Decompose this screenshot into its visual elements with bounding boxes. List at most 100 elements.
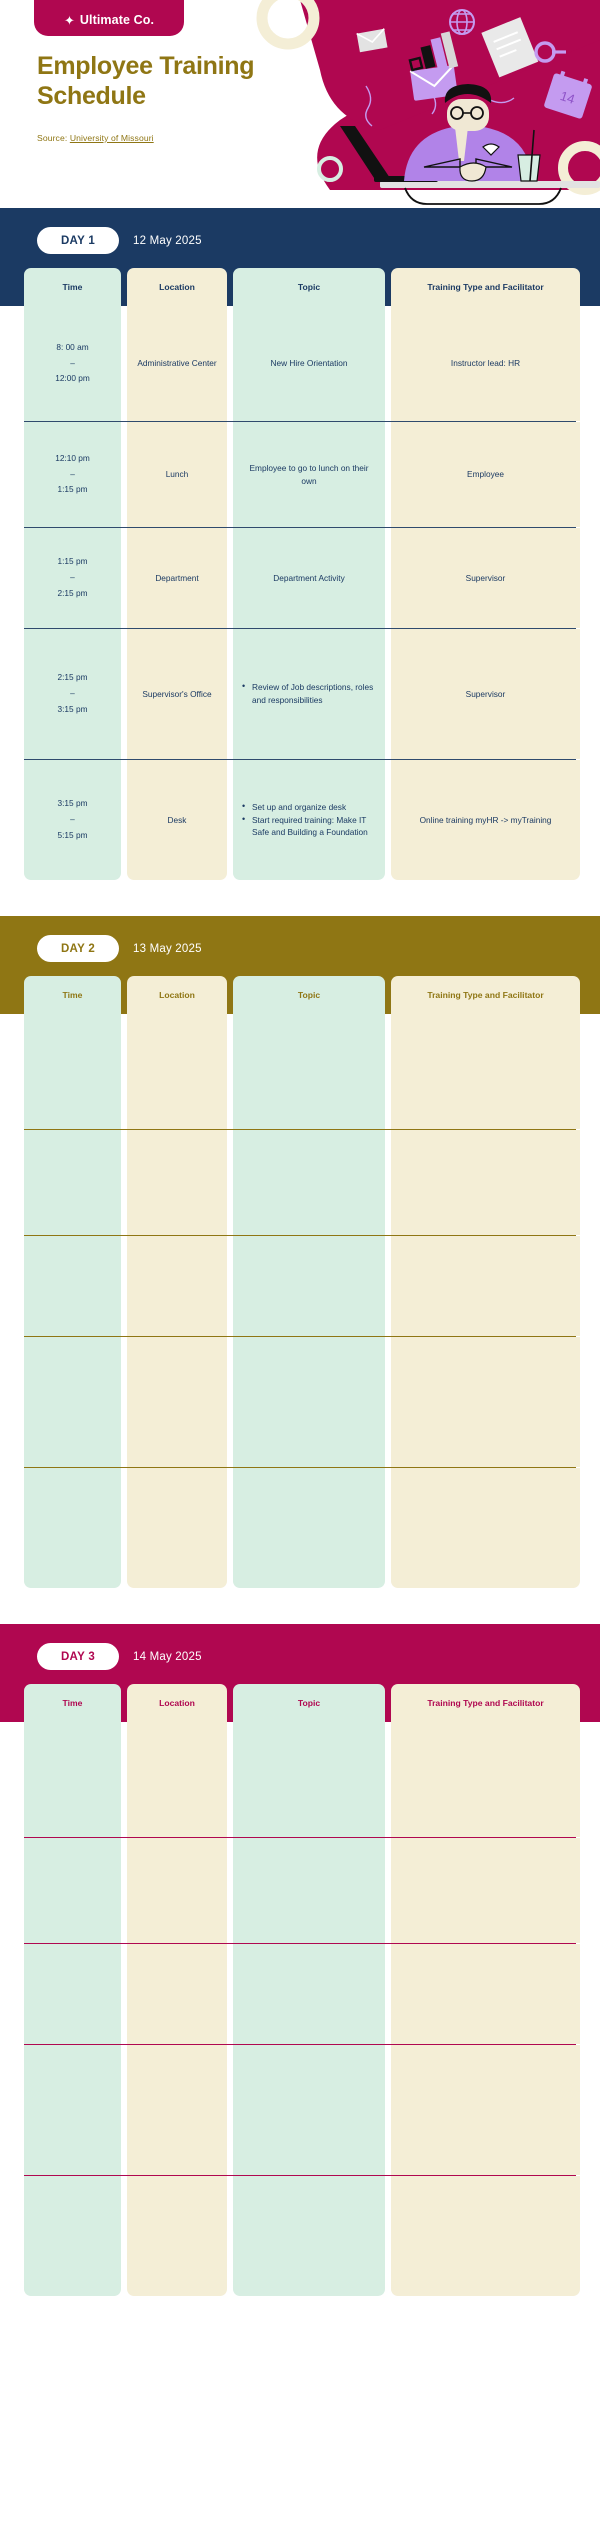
cell-training: Supervisor [391,629,580,759]
day-date: 13 May 2025 [133,942,202,955]
cell-topic [233,1838,385,1943]
cell-topic [233,1130,385,1235]
cell-topic [233,2045,385,2175]
table-row [24,1838,580,1943]
day-badge[interactable]: DAY 1 [37,227,119,254]
cell-location [127,1236,227,1336]
day-header: DAY 2 13 May 2025 [0,916,600,976]
table-row [24,1468,580,1588]
day-badge[interactable]: DAY 3 [37,1643,119,1670]
table-body [0,1722,600,2296]
sparkle-icon: ✦ [63,12,75,28]
cell-topic [233,1944,385,2044]
brand-name: Ultimate Co. [79,13,155,27]
cell-topic: New Hire Orientation [233,306,385,421]
cell-training: Employee [391,422,580,527]
cell-time [24,1944,121,2044]
cell-location [127,2176,227,2296]
cell-location: Administrative Center [127,306,227,421]
cell-training [391,1337,580,1467]
cell-time [24,1337,121,1467]
column-header-2: Topic [233,268,385,306]
brand-logo: ✦ Ultimate Co. [34,0,184,36]
column-header-1: Location [127,976,227,1014]
table-row [24,1337,580,1467]
cell-topic [233,1236,385,1336]
cell-location: Lunch [127,422,227,527]
cell-time: 2:15 pm –3:15 pm [24,629,121,759]
topic-bullet: Set up and organize desk [241,800,377,813]
cell-training: Supervisor [391,528,580,628]
cell-location [127,2045,227,2175]
day-section-1: DAY 1 12 May 2025 Time Location Topic Trainin… [0,208,600,306]
cell-training [391,1130,580,1235]
column-header-3: Training Type and Facilitator [391,268,580,306]
cell-topic [233,1014,385,1129]
table-row: 2:15 pm–3:15 pmSupervisor's Office Review… [24,629,580,759]
column-header-1: Location [127,268,227,306]
section-gap [0,1588,600,1624]
cell-training [391,1944,580,2044]
cell-training [391,1722,580,1837]
page-title: Employee Training Schedule [37,52,255,110]
section-gap [0,2296,600,2332]
day-badge[interactable]: DAY 2 [37,935,119,962]
cell-topic: Employee to go to lunch on their own [233,422,385,527]
column-header-0: Time [24,268,121,306]
cell-location [127,1468,227,1588]
cell-location [127,1337,227,1467]
table-body [0,1014,600,1588]
cell-time [24,1722,121,1837]
topic-bullet: Start required training: Make IT Safe an… [241,813,377,838]
column-header-0: Time [24,976,121,1014]
column-header-3: Training Type and Facilitator [391,1684,580,1722]
source-link[interactable]: University of Missouri [70,133,154,143]
cell-time [24,1236,121,1336]
cell-topic [233,1468,385,1588]
cell-training [391,2176,580,2296]
cell-topic [233,1337,385,1467]
table-row: 3:15 pm–5:15 pmDeskSet up and organize d… [24,760,580,880]
table-header-row: Time Location Topic Training Type and Facil… [24,268,580,306]
table-row [24,1130,580,1235]
table-row [24,1722,580,1837]
column-header-1: Location [127,1684,227,1722]
column-header-2: Topic [233,976,385,1014]
topic-bullet: Review of Job descriptions, roles and re… [241,680,377,705]
source-label: Source: [37,133,68,143]
cell-time [24,2045,121,2175]
cell-training [391,2045,580,2175]
cell-location: Department [127,528,227,628]
source-line: Source: University of Missouri [37,133,154,143]
cell-time: 8: 00 am –12:00 pm [24,306,121,421]
cell-time: 12:10 pm –1:15 pm [24,422,121,527]
table-row [24,2176,580,2296]
cell-training [391,1468,580,1588]
cell-time [24,1838,121,1943]
day-section-2: DAY 2 13 May 2025 Time Location Topic Trainin… [0,916,600,1014]
cell-topic [233,1722,385,1837]
column-header-3: Training Type and Facilitator [391,976,580,1014]
cell-topic [233,2176,385,2296]
cell-location [127,1944,227,2044]
cell-time [24,1130,121,1235]
cell-location [127,1014,227,1129]
cell-training: Instructor lead: HR [391,306,580,421]
table-header-row: Time Location Topic Training Type and Facil… [24,1684,580,1722]
table-header-row: Time Location Topic Training Type and Facil… [24,976,580,1014]
section-gap [0,880,600,916]
day-date: 14 May 2025 [133,1650,202,1663]
table-row: 1:15 pm –2:15 pm Department Department Acti… [24,528,580,628]
cell-training [391,1838,580,1943]
cell-time: 3:15 pm –5:15 pm [24,760,121,880]
table-row [24,2045,580,2175]
cell-location [127,1722,227,1837]
day-sections: DAY 1 12 May 2025 Time Location Topic Trainin… [0,208,600,2332]
column-header-0: Time [24,1684,121,1722]
day-header: DAY 1 12 May 2025 [0,208,600,268]
cell-topic: Department Activity [233,528,385,628]
hero-header: 14 ✦ Ultimate Co. Employee Training Sche… [0,0,600,208]
table-row: 8: 00 am –12:00 pm Administrative Center Ne… [24,306,580,421]
table-row [24,1236,580,1336]
cell-time [24,1468,121,1588]
